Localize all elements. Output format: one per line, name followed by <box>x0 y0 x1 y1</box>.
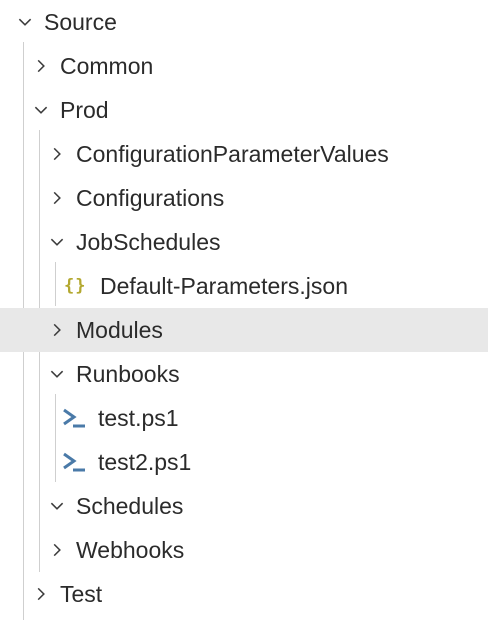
tree-item-label: test2.ps1 <box>98 448 192 475</box>
chevron-down-icon[interactable] <box>14 11 36 33</box>
json-braces-glyph: {} <box>64 276 87 296</box>
chevron-right-icon[interactable] <box>46 539 68 561</box>
tree-item-label: Test <box>60 580 103 607</box>
powershell-icon <box>62 451 88 473</box>
tree-item-label: test.ps1 <box>98 404 179 431</box>
chevron-right-icon[interactable] <box>46 187 68 209</box>
tree-item-job-schedules[interactable]: JobSchedules <box>0 220 488 264</box>
chevron-right-icon[interactable] <box>46 319 68 341</box>
tree-item-configuration-parameter-values[interactable]: ConfigurationParameterValues <box>0 132 488 176</box>
tree-item-label: ConfigurationParameterValues <box>76 140 389 167</box>
tree-item-modules[interactable]: Modules <box>0 308 488 352</box>
tree-item-label: Configurations <box>76 184 225 211</box>
tree-item-webhooks[interactable]: Webhooks <box>0 528 488 572</box>
tree-item-schedules[interactable]: Schedules <box>0 484 488 528</box>
tree-item-label: JobSchedules <box>76 228 221 255</box>
tree-item-label: Runbooks <box>76 360 180 387</box>
tree-item-test2-ps1[interactable]: test2.ps1 <box>0 440 488 484</box>
chevron-down-icon[interactable] <box>46 363 68 385</box>
json-braces-icon: {} <box>64 275 90 297</box>
tree-item-label: Common <box>60 52 154 79</box>
tree-item-label: Default-Parameters.json <box>100 272 348 299</box>
chevron-right-icon[interactable] <box>46 143 68 165</box>
chevron-down-icon[interactable] <box>30 99 52 121</box>
tree-item-label: Prod <box>60 96 109 123</box>
chevron-down-icon[interactable] <box>46 231 68 253</box>
tree-item-label: Webhooks <box>76 536 185 563</box>
chevron-right-icon[interactable] <box>30 583 52 605</box>
tree-item-common[interactable]: Common <box>0 44 488 88</box>
chevron-right-icon[interactable] <box>30 55 52 77</box>
powershell-icon <box>62 407 88 429</box>
tree-item-test[interactable]: Test <box>0 572 488 616</box>
tree-item-runbooks[interactable]: Runbooks <box>0 352 488 396</box>
file-explorer-tree: Source Common Prod ConfigurationParamete… <box>0 0 488 620</box>
tree-item-test-ps1[interactable]: test.ps1 <box>0 396 488 440</box>
tree-item-label: Schedules <box>76 492 184 519</box>
tree-item-label: Source <box>44 8 117 35</box>
chevron-down-icon[interactable] <box>46 495 68 517</box>
tree-item-prod[interactable]: Prod <box>0 88 488 132</box>
tree-item-source[interactable]: Source <box>0 0 488 44</box>
tree-item-label: Modules <box>76 316 163 343</box>
tree-item-configurations[interactable]: Configurations <box>0 176 488 220</box>
tree-item-default-parameters-json[interactable]: {} Default-Parameters.json <box>0 264 488 308</box>
